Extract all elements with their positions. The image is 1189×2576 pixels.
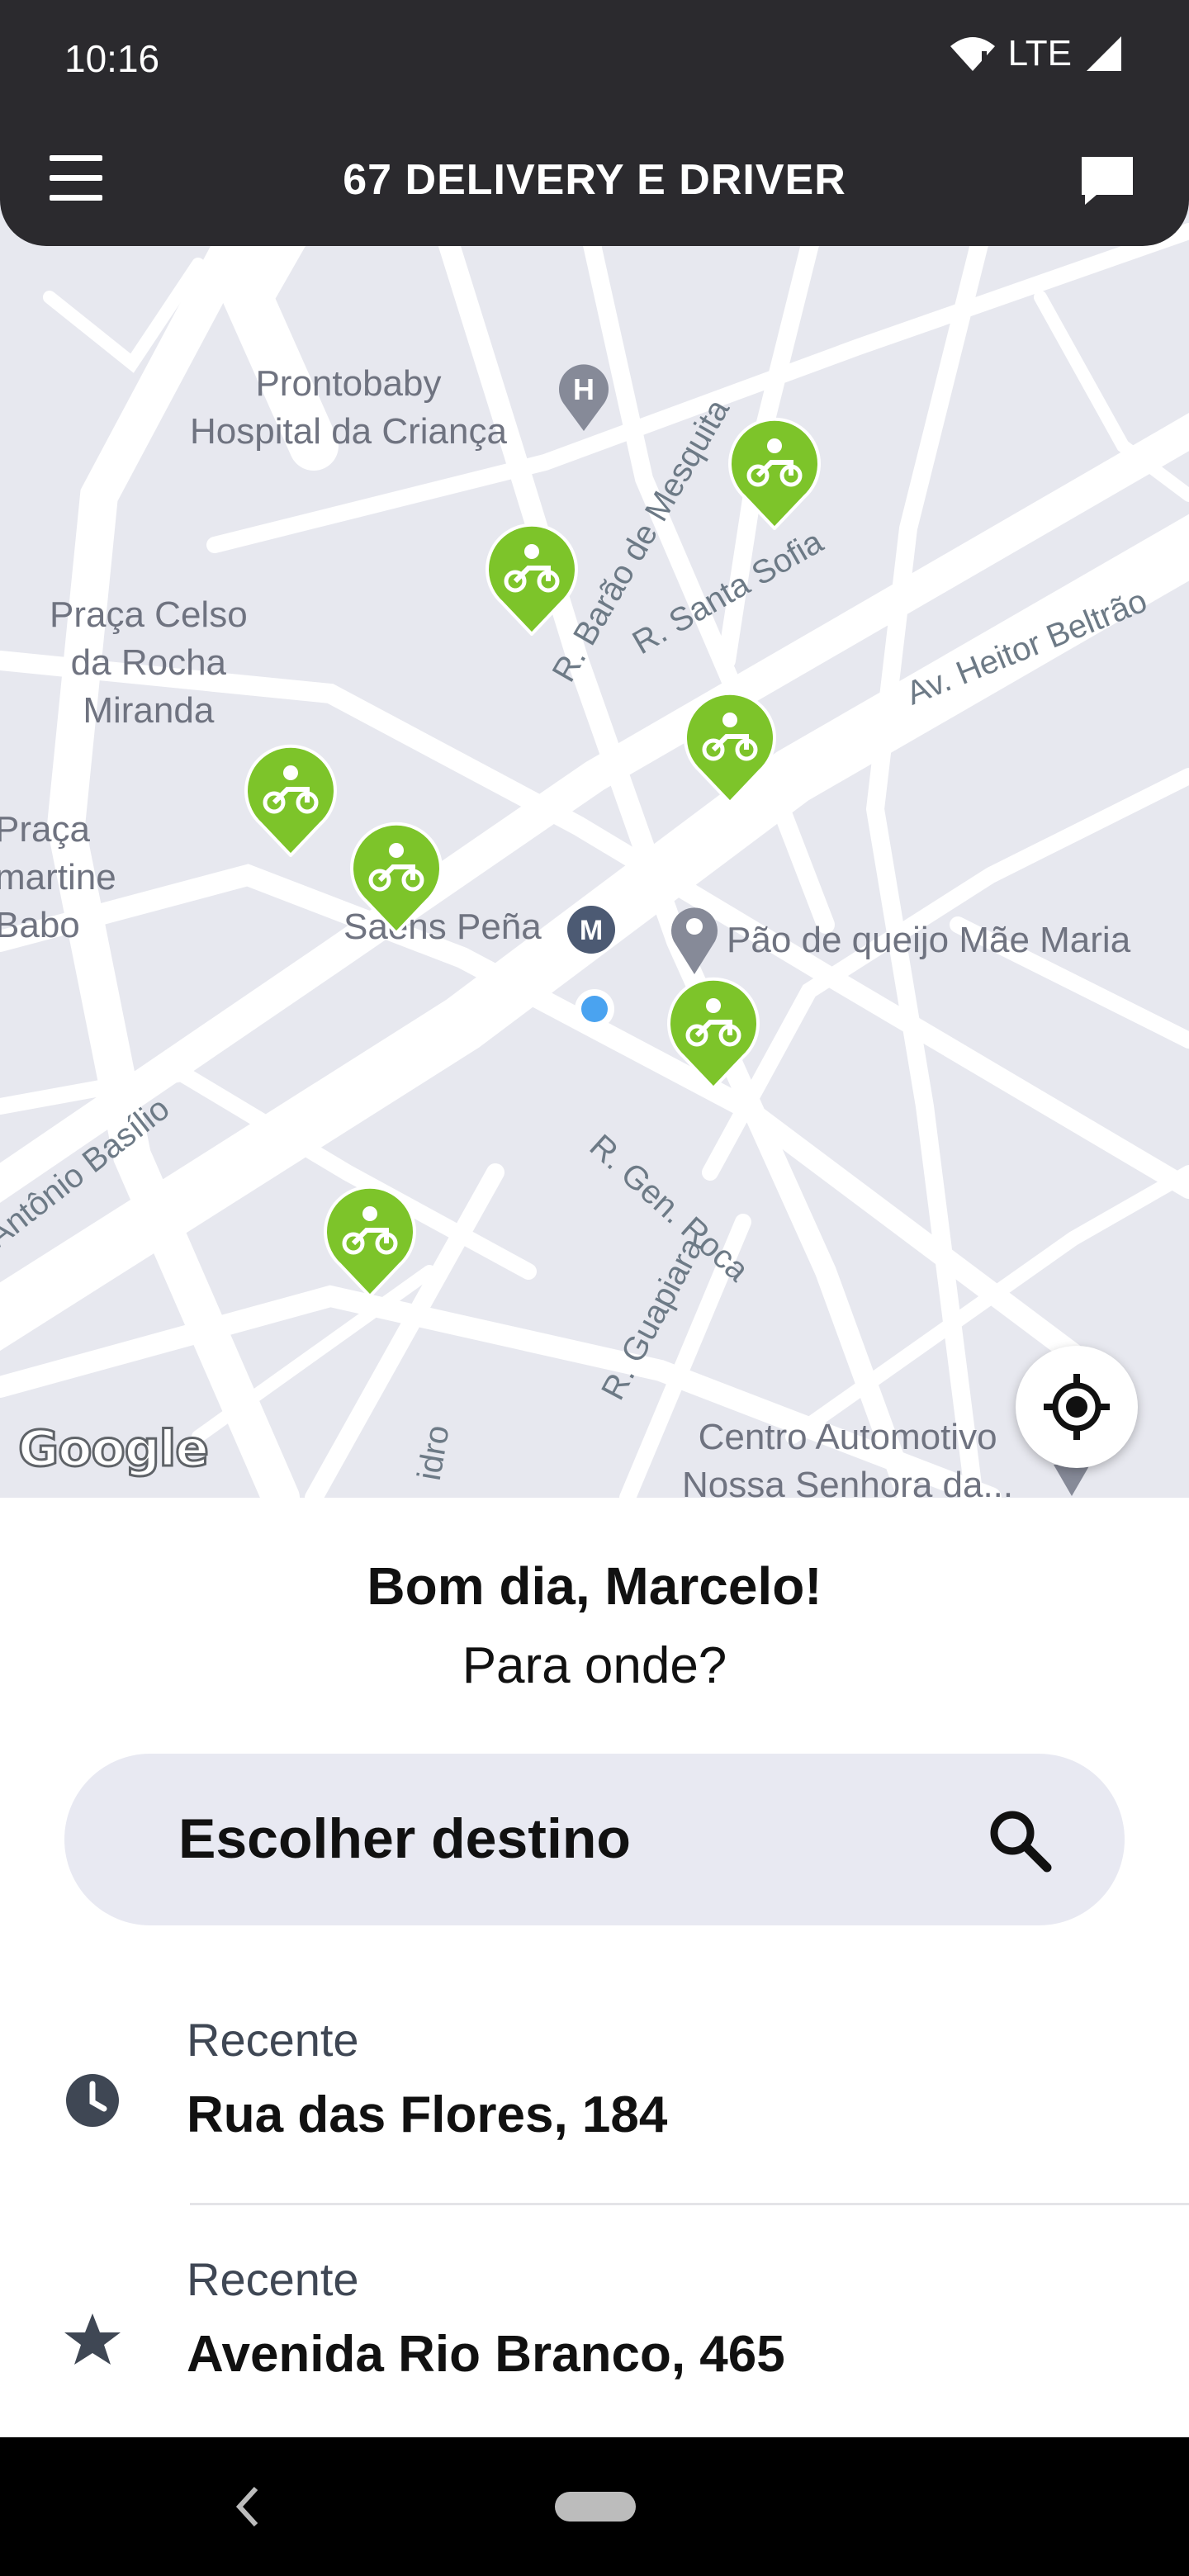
destination-sheet: Bom dia, Marcelo! Para onde? Recente Rua…: [0, 1498, 1189, 2437]
recent-label: Recente: [187, 2253, 359, 2305]
driver-marker[interactable]: [666, 976, 761, 1090]
status-time: 10:16: [64, 37, 160, 80]
driver-marker[interactable]: [348, 821, 444, 935]
wifi-icon: [950, 37, 995, 71]
search-icon[interactable]: [986, 1807, 1052, 1873]
driver-marker[interactable]: [727, 416, 822, 530]
poi-praca-celso-label: Praça Celso da Rocha Miranda: [50, 594, 248, 731]
crosshair-icon: [1044, 1374, 1110, 1440]
poi-auto-label: Centro Automotivo Nossa Senhora da...: [682, 1417, 1014, 1498]
destination-search-input[interactable]: [178, 1802, 921, 1876]
app-header: 10:16 LTE 67 DELIVERY E DRIVER: [0, 0, 1189, 246]
recent-destination-item[interactable]: Recente Rua das Flores, 184: [0, 1980, 1189, 2203]
driver-marker[interactable]: [484, 522, 580, 636]
back-icon[interactable]: [231, 2482, 264, 2531]
home-pill[interactable]: [555, 2492, 636, 2522]
status-icons: LTE: [949, 33, 1123, 74]
recent-address: Rua das Flores, 184: [187, 2086, 668, 2143]
poi-shop-label: Pão de queijo Mãe Maria: [727, 920, 1131, 960]
chat-icon[interactable]: [1078, 152, 1136, 210]
recent-address: Avenida Rio Branco, 465: [187, 2326, 785, 2383]
current-location-dot: [575, 989, 614, 1029]
map-view[interactable]: Prontobaby Hospital da Criança H Praça C…: [0, 198, 1189, 1498]
network-type: LTE: [1007, 33, 1072, 73]
metro-icon: M: [567, 906, 615, 954]
driver-marker[interactable]: [322, 1184, 418, 1298]
poi-praca-lamartine-label: Praça martine Babo: [0, 809, 116, 945]
shop-pin-icon: [671, 907, 718, 974]
greeting-text: Bom dia, Marcelo!: [367, 1556, 822, 1616]
destination-search-box[interactable]: [64, 1754, 1125, 1925]
system-nav-bar: [0, 2437, 1189, 2576]
prompt-text: Para onde?: [462, 1637, 727, 1694]
svg-text:M: M: [580, 915, 603, 946]
recent-label: Recente: [187, 2014, 359, 2066]
app-title: 67 DELIVERY E DRIVER: [343, 156, 846, 204]
svg-text:H: H: [573, 372, 594, 406]
poi-hospital-label: Prontobaby Hospital da Criança: [190, 363, 507, 452]
driver-marker[interactable]: [682, 690, 778, 804]
driver-marker[interactable]: [243, 743, 339, 857]
hospital-icon: H: [559, 364, 609, 431]
google-logo: Google: [17, 1419, 211, 1480]
recent-destination-item[interactable]: Recente Avenida Rio Branco, 465: [0, 2219, 1189, 2442]
clock-icon: [66, 2074, 119, 2127]
my-location-button[interactable]: [1016, 1346, 1138, 1468]
list-divider: [190, 2203, 1189, 2205]
star-icon: [64, 2313, 121, 2365]
signal-icon: [1087, 36, 1121, 71]
